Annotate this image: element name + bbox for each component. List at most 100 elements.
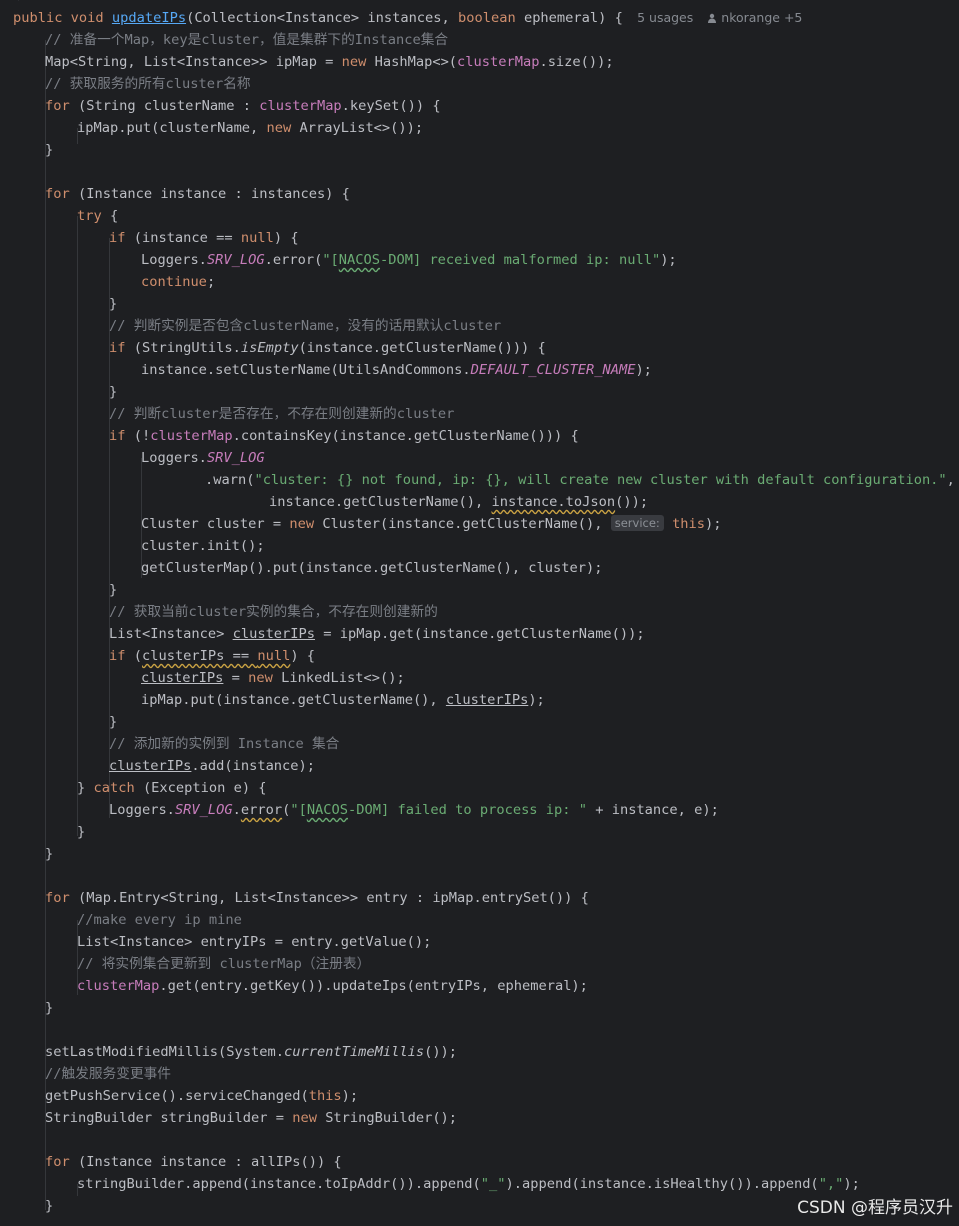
code-line[interactable]: // 获取当前cluster实例的集合，不存在则创建新的 — [109, 601, 438, 623]
code-line[interactable]: // 将实例集合更新到 clusterMap（注册表） — [77, 953, 370, 975]
code-token: ) { — [273, 230, 299, 246]
code-token: .get(entry.getKey()).updateIps(entryIPs,… — [159, 978, 588, 994]
code-line[interactable]: // 添加新的实例到 Instance 集合 — [109, 733, 339, 755]
code-token: Loggers. — [141, 252, 207, 268]
code-token: isEmpty — [240, 340, 299, 356]
code-token: // 判断实例是否包含clusterName，没有的话用默认cluster — [109, 318, 502, 334]
code-line[interactable]: } — [45, 997, 53, 1019]
edit-icon: ✎ — [12, 0, 26, 4]
code-token: (instance == — [133, 230, 241, 246]
code-token: ) { — [598, 10, 632, 26]
code-line[interactable]: Map<String, List<Instance>> ipMap = new … — [45, 51, 614, 73]
code-line[interactable]: instance.setClusterName(UtilsAndCommons.… — [141, 359, 652, 381]
code-token: // 准备一个Map，key是cluster，值是集群下的Instance集合 — [45, 32, 449, 48]
code-token: clusterMap — [259, 98, 342, 114]
code-line[interactable]: } — [109, 381, 117, 403]
code-line[interactable]: } catch (Exception e) { — [77, 777, 267, 799]
code-token: "," — [818, 1176, 844, 1192]
code-token: + instance, e); — [587, 802, 719, 818]
code-line[interactable]: if (clusterIPs == null) { — [109, 645, 315, 667]
code-line[interactable]: } — [45, 139, 53, 161]
code-token: SRV_LOG — [174, 802, 233, 818]
code-token: (instance.getClusterName())) { — [298, 340, 546, 356]
code-token: } — [109, 384, 118, 400]
code-line[interactable]: getClusterMap().put(instance.getClusterN… — [141, 557, 602, 579]
code-token: // 获取服务的所有cluster名称 — [45, 76, 251, 92]
code-line[interactable]: if (!clusterMap.containsKey(instance.get… — [109, 425, 579, 447]
code-line[interactable]: .warn("cluster: {} not found, ip: {}, wi… — [205, 469, 955, 491]
code-line[interactable]: for (String clusterName : clusterMap.key… — [45, 95, 441, 117]
code-token: if — [109, 428, 134, 444]
code-token: ipMap.put(clusterName, — [77, 120, 267, 136]
code-token: Loggers. — [141, 450, 207, 466]
code-line[interactable]: for (Instance instance : allIPs()) { — [45, 1151, 342, 1173]
code-token: SRV_LOG — [206, 450, 265, 466]
code-line[interactable]: getPushService().serviceChanged(this); — [45, 1085, 358, 1107]
code-line[interactable]: for (Map.Entry<String, List<Instance>> e… — [45, 887, 589, 909]
code-token: instance.getClusterName(), — [269, 494, 492, 510]
code-token: new — [266, 120, 300, 136]
code-line[interactable]: ipMap.put(instance.getClusterName(), clu… — [141, 689, 545, 711]
code-line[interactable]: } — [45, 843, 53, 865]
code-line[interactable]: List<Instance> entryIPs = entry.getValue… — [77, 931, 431, 953]
usages-link[interactable]: 5 usages — [637, 10, 693, 25]
code-line[interactable]: // 判断cluster是否存在，不存在则创建新的cluster — [109, 403, 454, 425]
code-line[interactable]: //触发服务变更事件 — [45, 1063, 171, 1085]
code-line[interactable]: Cluster cluster = new Cluster(instance.g… — [141, 513, 722, 535]
code-line[interactable]: if (StringUtils.isEmpty(instance.getClus… — [109, 337, 546, 359]
code-token: = ipMap.get(instance.getClusterName()); — [315, 626, 645, 642]
code-line[interactable]: stringBuilder.append(instance.toIpAddr()… — [77, 1173, 860, 1195]
code-line[interactable]: public void updateIPs(Collection<Instanc… — [13, 7, 802, 29]
code-token: ); — [635, 362, 652, 378]
code-line[interactable]: Loggers.SRV_LOG — [141, 447, 265, 469]
code-line[interactable]: clusterIPs = new LinkedList<>(); — [141, 667, 405, 689]
code-token: "_" — [480, 1176, 506, 1192]
author-link[interactable]: nkorange +5 — [707, 10, 802, 25]
code-line[interactable]: // 获取服务的所有cluster名称 — [45, 73, 251, 95]
code-token: } — [109, 582, 118, 598]
code-line[interactable]: StringBuilder stringBuilder = new String… — [45, 1107, 457, 1129]
code-line[interactable]: List<Instance> clusterIPs = ipMap.get(in… — [109, 623, 645, 645]
code-line[interactable]: instance.getClusterName(), instance.toJs… — [269, 491, 648, 513]
code-token: clusterIPs — [109, 758, 192, 774]
code-token: currentTimeMillis — [283, 1044, 425, 1060]
code-line[interactable]: Loggers.SRV_LOG.error("[NACOS-DOM] faile… — [109, 799, 719, 821]
code-line[interactable]: cluster.init(); — [141, 535, 265, 557]
code-token: for — [45, 1154, 78, 1170]
code-line[interactable]: if (instance == null) { — [109, 227, 299, 249]
code-token: HashMap<>( — [374, 54, 458, 70]
code-token: if — [109, 230, 134, 246]
code-token: Cluster(instance.getClusterName(), — [322, 516, 611, 532]
code-line[interactable]: for (Instance instance : instances) { — [45, 183, 350, 205]
code-token: DEFAULT_CLUSTER_NAME — [470, 362, 636, 378]
code-line[interactable]: try { — [77, 205, 118, 227]
code-line[interactable]: } — [77, 821, 85, 843]
code-token: .warn( — [205, 472, 255, 488]
code-line[interactable]: continue; — [141, 271, 215, 293]
code-line[interactable]: setLastModifiedMillis(System.currentTime… — [45, 1041, 457, 1063]
code-token: } — [45, 1000, 54, 1016]
code-line[interactable]: clusterIPs.add(instance); — [109, 755, 315, 777]
code-token: for — [45, 186, 78, 202]
code-editor[interactable]: ✎ public void updateIPs(Collection<Insta… — [0, 0, 959, 1226]
code-line[interactable]: // 判断实例是否包含clusterName，没有的话用默认cluster — [109, 315, 501, 337]
code-line[interactable]: } — [109, 579, 117, 601]
code-line[interactable]: } — [109, 711, 117, 733]
code-token: ); — [528, 692, 545, 708]
code-token: } — [109, 714, 118, 730]
code-line[interactable]: ipMap.put(clusterName, new ArrayList<>()… — [77, 117, 423, 139]
code-token: (! — [133, 428, 151, 444]
code-token: if — [109, 648, 134, 664]
code-token: } — [77, 780, 94, 796]
code-line[interactable]: //make every ip mine — [77, 909, 242, 931]
code-line[interactable]: Loggers.SRV_LOG.error("[NACOS-DOM] recei… — [141, 249, 677, 271]
code-line[interactable]: } — [109, 293, 117, 315]
code-line[interactable]: } — [45, 1195, 53, 1217]
code-token: clusterIPs — [141, 670, 224, 686]
code-token: StringBuilder(); — [325, 1110, 458, 1126]
code-line[interactable]: clusterMap.get(entry.getKey()).updateIps… — [77, 975, 588, 997]
code-token: for — [45, 98, 78, 114]
code-token: (String clusterName : — [77, 98, 260, 114]
code-token: try — [77, 208, 110, 224]
code-line[interactable]: // 准备一个Map，key是cluster，值是集群下的Instance集合 — [45, 29, 448, 51]
